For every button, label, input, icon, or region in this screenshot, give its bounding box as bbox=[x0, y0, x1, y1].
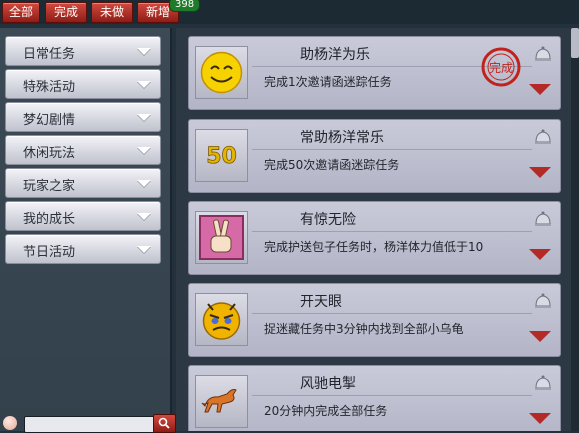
chevron-down-icon bbox=[137, 147, 151, 154]
task-icon-frame: 50 bbox=[195, 129, 248, 182]
search-button[interactable] bbox=[153, 414, 176, 433]
bell-icon[interactable] bbox=[532, 372, 554, 394]
sidebar-item-daily[interactable]: 日常任务 bbox=[5, 36, 161, 66]
sidebar-item-story[interactable]: 梦幻剧情 bbox=[5, 102, 161, 132]
task-icon-frame bbox=[195, 293, 248, 346]
expand-arrow-icon[interactable] bbox=[529, 331, 551, 342]
task-description: 20分钟内完成全部任务 bbox=[264, 404, 388, 418]
expand-arrow-icon[interactable] bbox=[529, 249, 551, 260]
scrollbar-thumb[interactable] bbox=[571, 28, 579, 58]
angry-face-icon bbox=[202, 302, 241, 340]
task-description: 捉迷藏任务中3分钟内找到全部小乌龟 bbox=[264, 322, 464, 336]
chevron-down-icon bbox=[137, 246, 151, 253]
task-card: 开天眼 捉迷藏任务中3分钟内找到全部小乌龟 bbox=[188, 283, 561, 357]
expand-arrow-icon[interactable] bbox=[529, 413, 551, 424]
task-card: 50 常助杨洋常乐 完成50次邀请函迷踪任务 bbox=[188, 119, 561, 193]
sidebar-item-label: 玩家之家 bbox=[23, 179, 76, 194]
stamp-text: 完成 bbox=[489, 60, 513, 75]
chevron-down-icon bbox=[137, 48, 151, 55]
task-title: 风驰电掣 bbox=[300, 376, 356, 392]
sidebar-item-label: 我的成长 bbox=[23, 212, 76, 227]
expand-arrow-icon[interactable] bbox=[529, 167, 551, 178]
sidebar-item-special-events[interactable]: 特殊活动 bbox=[5, 69, 161, 99]
bell-icon[interactable] bbox=[532, 126, 554, 148]
divider bbox=[252, 231, 532, 232]
top-tab-bar: 全部 完成 未做 新增 398 bbox=[0, 0, 579, 24]
chevron-down-icon bbox=[137, 114, 151, 121]
sidebar-item-label: 休闲玩法 bbox=[23, 146, 76, 161]
task-card: 有惊无险 完成护送包子任务时，杨洋体力值低于10 bbox=[188, 201, 561, 275]
sidebar-item-leisure[interactable]: 休闲玩法 bbox=[5, 135, 161, 165]
divider bbox=[252, 395, 532, 396]
scrollbar[interactable] bbox=[571, 28, 579, 431]
bell-icon[interactable] bbox=[532, 208, 554, 230]
divider bbox=[252, 149, 532, 150]
sidebar-item-home[interactable]: 玩家之家 bbox=[5, 168, 161, 198]
task-card: 助杨洋为乐 完成1次邀请函迷踪任务 完成 bbox=[188, 36, 561, 110]
orb-icon bbox=[3, 416, 17, 430]
tab-completed[interactable]: 完成 bbox=[45, 2, 87, 23]
task-card: 风驰电掣 20分钟内完成全部任务 bbox=[188, 365, 561, 431]
task-description: 完成50次邀请函迷踪任务 bbox=[264, 158, 400, 172]
sidebar-item-festival[interactable]: 节日活动 bbox=[5, 234, 161, 264]
chevron-down-icon bbox=[137, 213, 151, 220]
task-description: 完成护送包子任务时，杨洋体力值低于10 bbox=[264, 240, 484, 254]
task-icon-frame bbox=[195, 211, 248, 264]
horse-icon bbox=[201, 389, 237, 413]
sidebar-item-growth[interactable]: 我的成长 bbox=[5, 201, 161, 231]
tab-unfinished[interactable]: 未做 bbox=[91, 2, 133, 23]
bell-icon[interactable] bbox=[532, 43, 554, 65]
task-icon-frame bbox=[195, 46, 248, 99]
search-icon bbox=[158, 417, 170, 429]
task-title: 助杨洋为乐 bbox=[300, 47, 370, 63]
new-count-badge: 398 bbox=[169, 0, 201, 12]
chevron-down-icon bbox=[137, 180, 151, 187]
search-input[interactable] bbox=[24, 416, 156, 433]
completed-stamp-icon: 完成 bbox=[481, 47, 521, 87]
sidebar-item-label: 梦幻剧情 bbox=[23, 113, 76, 128]
sidebar-item-label: 节日活动 bbox=[23, 245, 76, 260]
tab-all[interactable]: 全部 bbox=[2, 2, 40, 23]
task-icon-frame bbox=[195, 375, 248, 428]
task-title: 有惊无险 bbox=[300, 212, 356, 228]
fifty-text: 50 bbox=[206, 144, 237, 169]
sidebar-item-label: 日常任务 bbox=[23, 47, 76, 62]
sidebar-item-label: 特殊活动 bbox=[23, 80, 76, 95]
divider bbox=[252, 313, 532, 314]
task-title: 常助杨洋常乐 bbox=[300, 130, 384, 146]
chevron-down-icon bbox=[137, 81, 151, 88]
task-list: 助杨洋为乐 完成1次邀请函迷踪任务 完成 50 常助杨洋常乐 完成50次邀请函迷… bbox=[176, 28, 571, 431]
task-description: 完成1次邀请函迷踪任务 bbox=[264, 75, 392, 89]
victory-hand-icon bbox=[199, 215, 244, 260]
fifty-icon: 50 bbox=[206, 144, 237, 170]
task-title: 开天眼 bbox=[300, 294, 342, 310]
expand-arrow-icon[interactable] bbox=[529, 84, 551, 95]
smiley-icon bbox=[200, 51, 243, 94]
bell-icon[interactable] bbox=[532, 290, 554, 312]
category-sidebar: 日常任务 特殊活动 梦幻剧情 休闲玩法 玩家之家 我的成长 节日活动 bbox=[0, 28, 172, 431]
